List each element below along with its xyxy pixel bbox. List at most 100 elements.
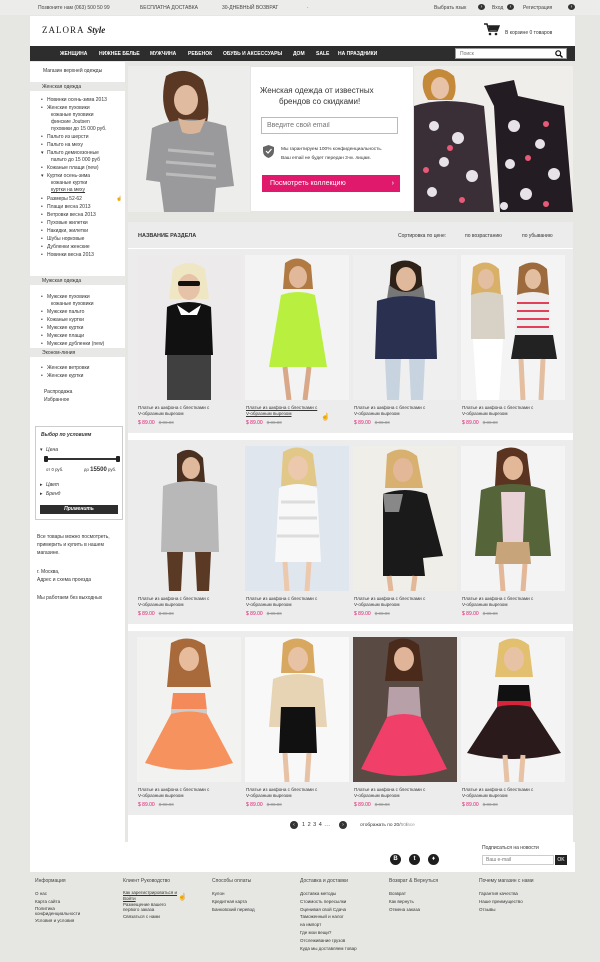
footer-link[interactable]: Связаться с нами [123, 913, 177, 921]
footer-link[interactable]: Гарантия качества [479, 890, 534, 898]
product-image[interactable] [137, 637, 241, 782]
sidebar-subitem[interactable]: куртки на меху [51, 187, 85, 193]
sidebar-item[interactable]: • Мужские плащи [41, 333, 84, 339]
nav-item-women[interactable]: ЖЕНЩИНА [60, 51, 87, 57]
sidebar-item[interactable]: • Мужские дубленки (new) [41, 341, 104, 347]
sidebar-item[interactable]: • Накидки, жилетки [41, 228, 88, 234]
footer-link[interactable]: конфиденциальности [35, 911, 80, 917]
sidebar-subitem[interactable]: пуховики до 15 000 руб. [51, 126, 107, 132]
sidebar-top-link[interactable]: Магазин верхней одежды [43, 68, 102, 74]
sidebar-item[interactable]: • Кожаные плащи (new) [41, 165, 99, 171]
product-description[interactable]: Платье из шифона с блестками с V-образным… [246, 787, 350, 798]
footer-link[interactable]: Условия и условия [35, 917, 80, 925]
product-description[interactable]: Платье из шифона с блестками с V-образным… [138, 405, 242, 416]
search-icon[interactable] [555, 50, 563, 58]
sidebar-item[interactable]: • Пальто на меху [41, 142, 83, 148]
product-card[interactable]: Платье из шифона с блестками с V-образным… [137, 446, 241, 622]
footer-link[interactable]: Оценивая свой Сдача [300, 906, 357, 914]
twitter-bird-icon[interactable]: ♦ [428, 854, 439, 865]
sidebar-item[interactable]: • Мужские пуховики [41, 294, 90, 300]
product-card[interactable]: Платье из шифона с блестками с V-образным… [245, 446, 349, 622]
footer-link[interactable]: Банковский перевод [212, 906, 255, 914]
product-description[interactable]: Платье из шифона с блестками с V-образным… [246, 596, 350, 607]
nav-item-sale[interactable]: SALE [316, 51, 329, 57]
product-description[interactable]: Платье из шифона с блестками с V-образным… [354, 405, 458, 416]
sale-link[interactable]: Распродажа [44, 389, 72, 395]
footer-link[interactable]: Как вернуть [389, 898, 438, 906]
sidebar-item[interactable]: • Дубленки женские [41, 244, 90, 250]
product-image[interactable] [245, 255, 349, 400]
chevron-right-icon[interactable]: › [568, 4, 575, 10]
logo[interactable]: ZALORA Style [42, 25, 105, 35]
apply-filter-button[interactable]: Применить [40, 505, 118, 514]
footer-link[interactable]: на импорт [300, 921, 357, 929]
vk-icon[interactable]: В [390, 854, 401, 865]
sort-ascending-link[interactable]: по возрастанию [465, 233, 502, 239]
product-card[interactable]: Платье из шифона с блестками с V-образным… [353, 637, 457, 813]
filter-color-row[interactable]: ▸ Цвет [40, 482, 59, 488]
sidebar-item[interactable]: • Пальто из шерсти [41, 134, 89, 140]
language-select[interactable]: Выбрать язык [434, 5, 466, 11]
price-slider-track[interactable] [46, 458, 118, 460]
footer-link[interactable]: Стоимость пересылки [300, 898, 357, 906]
favorites-link[interactable]: Избранное [44, 397, 69, 403]
product-description[interactable]: Платье из шифона с блестками с V-образным… [462, 787, 566, 798]
nav-item-shoes-accessories[interactable]: ОБУВЬ И АКСЕССУАРЫ [223, 51, 282, 57]
filter-brand-row[interactable]: ▸ Бренд [40, 491, 60, 497]
cart-summary[interactable]: В корзине 0 товаров [505, 30, 552, 36]
login-link[interactable]: Вход [492, 5, 503, 11]
nav-item-holidays[interactable]: НА ПРАЗДНИКИ [338, 51, 377, 57]
newsletter-email-input[interactable] [482, 855, 554, 865]
product-description[interactable]: Платье из шифона с блестками с V-образным… [462, 405, 566, 416]
footer-link[interactable]: Кулон [212, 890, 255, 898]
product-image[interactable] [461, 255, 565, 400]
chevron-right-icon[interactable]: › [507, 4, 514, 10]
register-link[interactable]: Регистрация [523, 5, 552, 11]
nav-item-home[interactable]: ДОМ [293, 51, 305, 57]
footer-link[interactable]: Где мои вещи? [300, 929, 357, 937]
product-card[interactable]: Платье из шифона с блестками с V-образным… [353, 446, 457, 622]
footer-link[interactable]: О нас [35, 890, 80, 898]
footer-link[interactable]: Отслеживание грузов [300, 937, 357, 945]
footer-link[interactable]: Таможенный и налог [300, 913, 357, 921]
sidebar-item[interactable]: • Пуховые жилетки [41, 220, 88, 226]
footer-link[interactable]: Карта сайта [35, 898, 80, 906]
sidebar-subitem[interactable]: кожаные пуховики [51, 301, 93, 307]
cart-icon[interactable] [484, 23, 500, 36]
product-description[interactable]: Платье из шифона с блестками с V-образным… [354, 596, 458, 607]
product-image[interactable] [137, 446, 241, 591]
sidebar-item[interactable]: • Ветровки весна 2013 [41, 212, 96, 218]
filter-price-row[interactable]: ▾ Цена [40, 447, 58, 453]
product-image[interactable] [461, 637, 565, 782]
product-card[interactable]: Платье из шифона с блестками с V-образным… [245, 637, 349, 813]
sidebar-item[interactable]: • Женские куртки [41, 373, 83, 379]
product-description[interactable]: Платье из шифона с блестками с V-образным… [462, 596, 566, 607]
sidebar-item[interactable]: • Новинки весна 2013 [41, 252, 94, 258]
sidebar-item[interactable]: ▾ Пальто демисезонные [41, 150, 99, 156]
product-card[interactable]: Платье из шифона с блестками с V-образным… [461, 255, 565, 431]
footer-link[interactable]: Кредитная карта [212, 898, 255, 906]
sidebar-subitem[interactable]: финские Joutsen [51, 119, 90, 125]
nav-item-kids[interactable]: РЕБЕНОК [188, 51, 212, 57]
product-image[interactable] [245, 637, 349, 782]
page-numbers[interactable]: 1 2 3 4 ... [302, 822, 330, 828]
address-link[interactable]: Адрес и схема проезда [37, 577, 91, 583]
product-description[interactable]: Платье из шифона с блестками с V-образным… [354, 787, 458, 798]
banner-email-input[interactable] [261, 117, 398, 134]
sidebar-item[interactable]: ▾ Куртки осень-зима [41, 173, 90, 179]
product-card[interactable]: Платье из шифона с блестками с V-образным… [461, 446, 565, 622]
sidebar-item[interactable]: • Шубы норковые [41, 236, 84, 242]
product-description[interactable]: Платье из шифона с блестками с V-образным… [246, 405, 350, 416]
footer-link[interactable]: Отзывы [479, 906, 534, 914]
product-card[interactable]: Платье из шифона с блестками с V-образным… [353, 255, 457, 431]
product-description[interactable]: Платье из шифона с блестками с V-образным… [138, 787, 242, 798]
sidebar-subitem[interactable]: кожаные пуховики [51, 112, 93, 118]
next-page-button[interactable]: › [339, 821, 347, 829]
per-page-selector[interactable]: отображать по 20/50/все [360, 823, 415, 828]
price-slider-max-handle[interactable] [116, 456, 120, 462]
sidebar-item[interactable]: • Новинки осень-зима 2013 [41, 97, 107, 103]
product-image[interactable] [353, 637, 457, 782]
product-card[interactable]: Платье из шифона с блестками с V-образным… [461, 637, 565, 813]
newsletter-submit-button[interactable]: OK [555, 855, 567, 865]
sidebar-item[interactable]: • Плащи весна 2013 [41, 204, 91, 210]
